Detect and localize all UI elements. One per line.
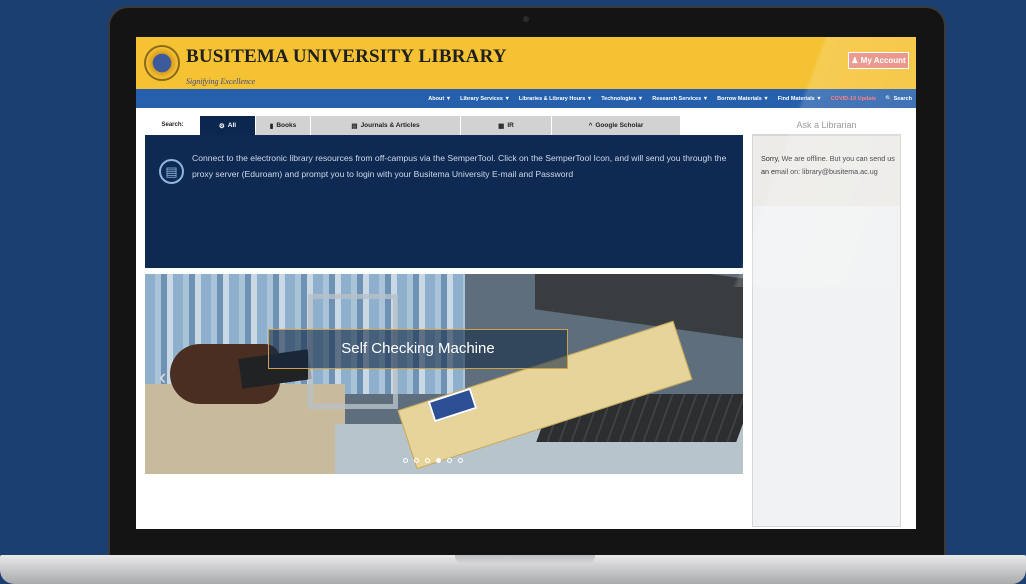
carousel-dot[interactable]	[447, 458, 452, 463]
tab-books[interactable]: ▮ Books	[256, 116, 311, 135]
my-account-label: My Account	[860, 56, 906, 65]
nav-find-materials[interactable]: Find Materials ▼	[778, 96, 822, 102]
nav-search-label: Search	[893, 95, 912, 102]
tab-ir[interactable]: ▦ IR	[461, 116, 552, 135]
nav-technologies[interactable]: Technologies ▼	[601, 96, 643, 102]
carousel-caption[interactable]: Self Checking Machine	[268, 329, 568, 369]
search-tabs: Search: ⚙ All ▮ Books ▤ Journals & Artic…	[145, 116, 681, 135]
nav-search[interactable]: 🔍 Search	[885, 96, 912, 102]
site-tagline: Signifying Excellence	[186, 77, 256, 86]
nav-borrow-materials[interactable]: Borrow Materials ▼	[717, 96, 769, 102]
tab-journals-articles[interactable]: ▤ Journals & Articles	[311, 116, 461, 135]
chevron-left-icon[interactable]: ‹	[159, 364, 166, 390]
tab-ir-label: IR	[507, 122, 514, 129]
search-label: Search:	[161, 122, 184, 128]
remote-access-text: Connect to the electronic library resour…	[192, 153, 727, 179]
tab-journals-label: Journals & Articles	[360, 122, 420, 129]
tab-google-scholar[interactable]: ^ Google Scholar	[552, 116, 681, 135]
carousel-dot[interactable]	[425, 458, 430, 463]
image-carousel[interactable]: Self Checking Machine ‹	[145, 274, 743, 474]
book-icon: ▮	[269, 122, 274, 130]
ask-librarian-title: Ask a Librarian	[752, 116, 901, 135]
globe-icon: ⚙	[218, 122, 225, 130]
carousel-dot[interactable]	[414, 458, 419, 463]
carousel-dot[interactable]	[403, 458, 408, 463]
nav-covid-update[interactable]: COVID-19 Update	[831, 96, 877, 102]
remote-access-panel: ▤ Connect to the electronic library reso…	[145, 135, 743, 268]
door-icon[interactable]: ▤	[159, 159, 184, 184]
user-icon: ♟	[851, 56, 859, 65]
laptop-notch	[455, 555, 595, 564]
site-header: BUSITEMA UNIVERSITY LIBRARY Signifying E…	[136, 37, 916, 89]
tab-all[interactable]: ⚙ All	[200, 116, 256, 135]
tab-books-label: Books	[276, 122, 297, 129]
university-logo[interactable]	[144, 45, 180, 81]
main-nav: About ▼ Library Services ▼ Libraries & L…	[136, 89, 916, 108]
nav-about[interactable]: About ▼	[428, 96, 451, 102]
carousel-dot[interactable]	[458, 458, 463, 463]
database-icon: ▦	[498, 122, 505, 130]
site-title[interactable]: BUSITEMA UNIVERSITY LIBRARY	[186, 46, 507, 68]
offline-message: Sorry, We are offline. But you can send …	[761, 154, 895, 176]
nav-research-services[interactable]: Research Services ▼	[652, 96, 708, 102]
ask-librarian-widget: Sorry, We are offline. But you can send …	[752, 135, 901, 527]
carousel-indicators	[403, 458, 463, 463]
laptop-screen: BUSITEMA UNIVERSITY LIBRARY Signifying E…	[136, 37, 916, 529]
nav-library-services[interactable]: Library Services ▼	[460, 96, 510, 102]
search-icon: 🔍	[885, 95, 893, 102]
tab-google-scholar-label: Google Scholar	[595, 122, 644, 129]
graduation-cap-icon: ^	[588, 122, 593, 129]
camera-icon	[523, 16, 529, 22]
carousel-dot-active[interactable]	[436, 458, 441, 463]
newspaper-icon: ▤	[351, 122, 358, 130]
my-account-button[interactable]: ♟ My Account	[848, 52, 909, 69]
tab-all-label: All	[227, 122, 237, 129]
nav-libraries-hours[interactable]: Libraries & Library Hours ▼	[519, 96, 592, 102]
